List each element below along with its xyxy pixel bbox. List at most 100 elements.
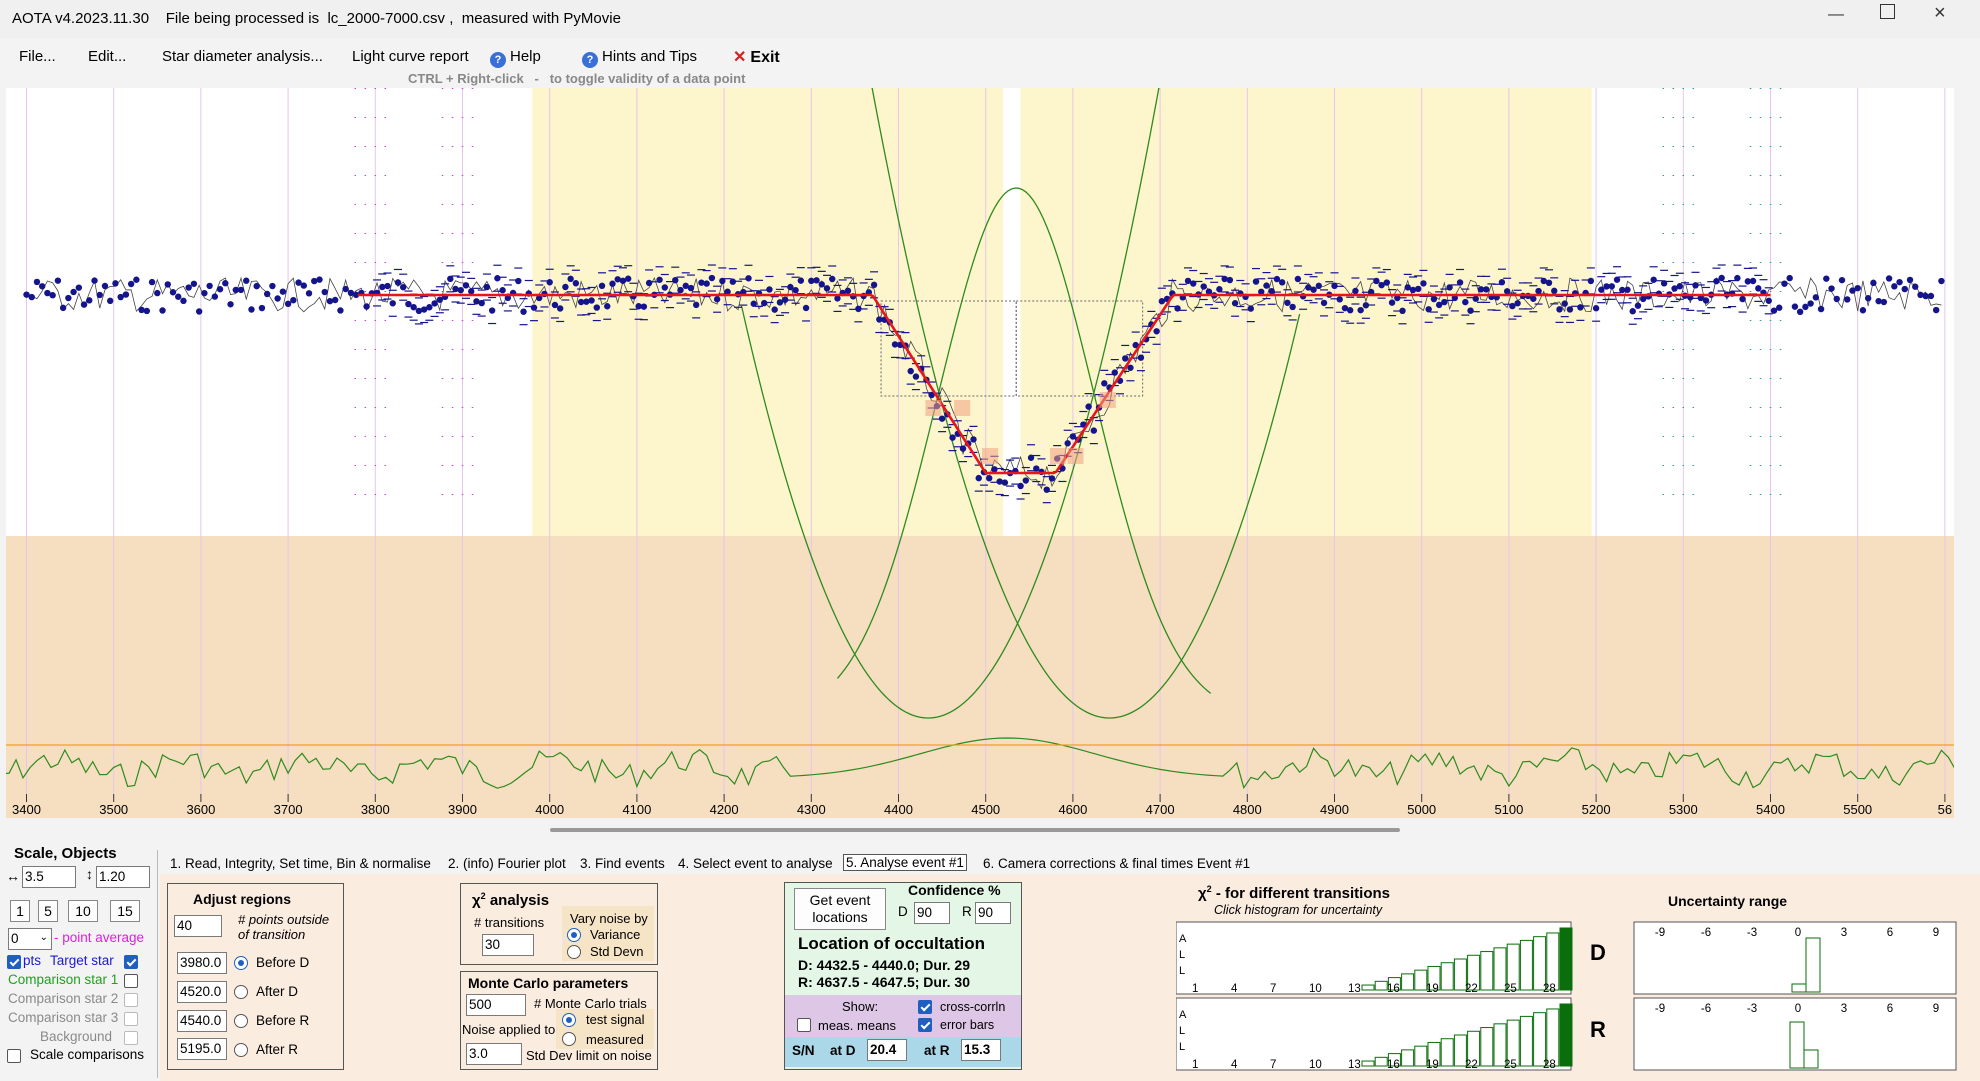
- light-curve-svg[interactable]: 3400 3500 3600 3700 3800 3900 4000 4100 4200 4300…: [6, 88, 1954, 818]
- before-d-radio[interactable]: [234, 956, 248, 970]
- menu-exit[interactable]: ✕ Exit: [733, 47, 780, 67]
- tab-read[interactable]: 1. Read, Integrity, Set time, Bin & norm…: [170, 856, 431, 871]
- comparison-star-3-checkbox[interactable]: [124, 1012, 138, 1026]
- data-point: [1765, 297, 1772, 304]
- data-point: [112, 280, 119, 287]
- data-point: [28, 293, 35, 301]
- location-heading: Location of occultation: [798, 934, 985, 953]
- background-checkbox[interactable]: [124, 1031, 138, 1045]
- data-point: [1064, 440, 1071, 447]
- light-curve-plot[interactable]: 3400 3500 3600 3700 3800 3900 4000 4100 4200 4300…: [6, 88, 1954, 818]
- data-point: [284, 300, 292, 308]
- data-point: [499, 287, 506, 294]
- plot-scrollbar[interactable]: [550, 828, 1400, 832]
- data-point: [321, 288, 328, 296]
- before-r-input[interactable]: 4540.0: [177, 1010, 227, 1032]
- cross-corrln-checkbox[interactable]: [918, 1000, 932, 1014]
- menu-hints[interactable]: ? Hints and Tips: [582, 48, 697, 68]
- points-outside-input[interactable]: 40: [174, 915, 222, 937]
- data-point: [985, 474, 993, 482]
- confidence-d-input[interactable]: 90: [914, 902, 950, 924]
- measured-radio[interactable]: [562, 1032, 576, 1046]
- comparison-star-1-checkbox[interactable]: [124, 974, 138, 988]
- data-point: [80, 301, 88, 308]
- tab-fourier[interactable]: 2. (info) Fourier plot: [448, 856, 566, 871]
- transition-marker: [982, 448, 999, 464]
- x-tick-label: 3900: [448, 802, 477, 817]
- avg-10-button[interactable]: 10: [68, 900, 98, 922]
- get-event-locations-button[interactable]: Get event locations: [794, 888, 886, 930]
- test-signal-radio[interactable]: [562, 1013, 576, 1027]
- data-point: [1278, 279, 1286, 286]
- comparison-star-2-checkbox[interactable]: [124, 993, 138, 1007]
- error-bars-checkbox[interactable]: [918, 1018, 932, 1032]
- avg-1-button[interactable]: 1: [10, 900, 30, 922]
- std-devn-radio[interactable]: [567, 945, 581, 959]
- confidence-r-input[interactable]: 90: [975, 902, 1011, 924]
- avg-5-button[interactable]: 5: [38, 900, 58, 922]
- x-tick-label: 4500: [971, 802, 1000, 817]
- data-point: [1880, 298, 1888, 306]
- target-star-checkbox[interactable]: [124, 955, 138, 969]
- chi-hist-d-label: D: [1590, 940, 1606, 965]
- r-hist-bar: [1401, 1049, 1415, 1067]
- scale-y-input[interactable]: 1.20: [96, 866, 150, 888]
- menu-light-curve-report[interactable]: Light curve report: [352, 48, 469, 65]
- r-location-value: R: 4637.5 - 4647.5; Dur. 30: [798, 974, 970, 990]
- menu-star-diameter[interactable]: Star diameter analysis...: [162, 48, 323, 65]
- data-point: [1247, 305, 1254, 312]
- tab-camera-corrections[interactable]: 6. Camera corrections & final times Even…: [983, 856, 1250, 871]
- data-point: [1090, 427, 1098, 434]
- data-point: [661, 284, 669, 291]
- uncertainty-tick: 6: [1887, 1003, 1893, 1015]
- minimize-icon[interactable]: —: [1828, 6, 1844, 24]
- point-average-select[interactable]: 0 ⌄: [8, 928, 52, 950]
- variance-radio[interactable]: [567, 928, 581, 942]
- meas-means-checkbox[interactable]: [797, 1018, 811, 1032]
- chi-histograms[interactable]: ALL1471013161922252831 ALL14710131619222…: [1176, 918, 1576, 1078]
- scale-x-input[interactable]: 3.5: [22, 866, 76, 888]
- data-point: [1901, 285, 1908, 293]
- uncertainty-tick: -6: [1701, 927, 1711, 939]
- before-r-radio[interactable]: [234, 1014, 248, 1028]
- avg-15-button[interactable]: 15: [110, 900, 140, 922]
- toggle-validity-hint: CTRL + Right-click - to toggle validity …: [408, 71, 746, 86]
- data-point: [96, 291, 103, 299]
- after-d-value: 4520.0: [180, 984, 222, 999]
- after-r-value: 5195.0: [180, 1041, 222, 1056]
- noise-applied-label: Noise applied to: [462, 1022, 556, 1037]
- after-d-input[interactable]: 4520.0: [177, 981, 227, 1003]
- tab-find-events[interactable]: 3. Find events: [580, 856, 665, 871]
- data-point: [870, 281, 878, 289]
- tab-select-event[interactable]: 4. Select event to analyse: [678, 856, 833, 871]
- menu-edit[interactable]: Edit...: [88, 48, 126, 65]
- data-point: [1315, 282, 1323, 290]
- uncertainty-charts[interactable]: -9 -6 -3 0 3 6 9 -9 -6 -3 0 3 6 9: [1630, 918, 1960, 1078]
- after-d-radio[interactable]: [234, 985, 248, 999]
- data-point: [389, 300, 396, 307]
- data-point: [65, 294, 72, 302]
- data-point: [1456, 279, 1464, 286]
- before-d-input[interactable]: 3980.0: [177, 952, 227, 974]
- menu-file[interactable]: File...: [19, 48, 56, 65]
- data-point: [1122, 355, 1129, 362]
- after-r-radio[interactable]: [234, 1043, 248, 1057]
- d-hist-bar: [1440, 962, 1454, 991]
- scale-comparisons-checkbox[interactable]: [7, 1049, 21, 1063]
- data-point: [70, 288, 77, 296]
- pts-checkbox[interactable]: [7, 955, 21, 969]
- after-r-input[interactable]: 5195.0: [177, 1038, 227, 1060]
- menu-help[interactable]: ? Help: [490, 48, 541, 68]
- maximize-icon[interactable]: [1880, 4, 1895, 19]
- hist-axis-label: 16: [1387, 983, 1400, 995]
- point-average-value: 0: [11, 931, 19, 946]
- x-tick-label: 4000: [535, 802, 564, 817]
- transitions-input[interactable]: 30: [482, 934, 534, 956]
- tab-analyse-event[interactable]: 5. Analyse event #1: [843, 854, 967, 871]
- monte-carlo-trials-input[interactable]: 500: [466, 994, 526, 1016]
- std-dev-limit-input[interactable]: 3.0: [466, 1043, 522, 1065]
- data-point: [127, 280, 135, 288]
- close-window-icon[interactable]: ×: [1934, 2, 1946, 25]
- confidence-d-value: 90: [917, 905, 933, 920]
- data-point: [1514, 300, 1521, 307]
